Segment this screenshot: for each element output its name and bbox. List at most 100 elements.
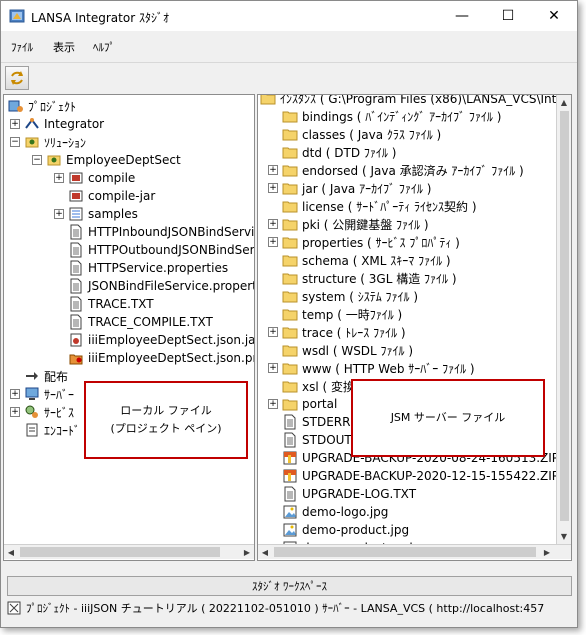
tree-item-label: UPGRADE-LOG.TXT: [302, 487, 417, 501]
project-tree-item[interactable]: + ｻｰﾋﾞｽ: [10, 403, 74, 421]
server-tree-item[interactable]: structure ( 3GL 構造 ﾌｧｲﾙ ): [282, 269, 457, 287]
tree-item-label: JSONBindFileService.propertie: [88, 279, 255, 293]
server-tree-item[interactable]: + jar ( Java ｱｰｶｲﾌﾞ ﾌｧｲﾙ ): [268, 179, 431, 197]
minimize-button[interactable]: —: [439, 1, 485, 31]
project-tree-item[interactable]: HTTPInboundJSONBindServic: [68, 223, 254, 241]
server-tree-item[interactable]: dtd ( DTD ﾌｧｲﾙ ): [282, 143, 396, 161]
scroll-right-icon[interactable]: ▶: [240, 545, 254, 559]
file-icon: [284, 414, 296, 430]
project-tree-item[interactable]: JSONBindFileService.propertie: [68, 277, 255, 295]
menu-file[interactable]: ﾌｧｲﾙ: [11, 39, 33, 55]
server-tree-item[interactable]: + properties ( ｻｰﾋﾞｽ ﾌﾟﾛﾊﾟﾃｨ ): [268, 233, 460, 251]
menu-view[interactable]: 表示: [53, 39, 75, 55]
folder-icon: [282, 111, 298, 123]
expand-icon[interactable]: +: [268, 219, 278, 229]
project-tree-item[interactable]: − EmployeeDeptSect: [32, 151, 181, 169]
expand-icon[interactable]: +: [10, 119, 20, 129]
tree-item-label: samples: [88, 207, 138, 221]
project-tree-item[interactable]: + samples: [54, 205, 138, 223]
project-tree-item[interactable]: TRACE.TXT: [68, 295, 154, 313]
scroll-thumb[interactable]: [560, 111, 569, 521]
tree-item-label: ｲﾝｽﾀﾝｽ ( G:\Program Files (x86)\LANSA_VC…: [280, 94, 572, 106]
server-tree-item[interactable]: license ( ｻｰﾄﾞﾊﾟｰﾃｨ ﾗｲｾﾝｽ契約 ): [282, 197, 477, 215]
tree-item-label: schema ( XML ｽｷｰﾏ ﾌｧｲﾙ ): [302, 253, 451, 268]
project-hscroll[interactable]: ◀ ▶: [4, 544, 254, 559]
project-tree-item[interactable]: + compile: [54, 169, 135, 187]
file-icon: [284, 432, 296, 448]
server-tree-item[interactable]: + pki ( 公開鍵基盤 ﾌｧｲﾙ ): [268, 215, 429, 233]
scroll-left-icon[interactable]: ◀: [4, 545, 18, 559]
server-tree-item[interactable]: classes ( Java ｸﾗｽ ﾌｧｲﾙ ): [282, 125, 441, 143]
server-tree-item[interactable]: + portal: [268, 395, 337, 413]
server-tree-item[interactable]: demo-logo.jpg: [282, 503, 388, 521]
expand-icon[interactable]: +: [54, 209, 64, 219]
project-tree-item[interactable]: TRACE_COMPILE.TXT: [68, 313, 213, 331]
tree-item-label: TRACE_COMPILE.TXT: [88, 315, 213, 329]
server-hscroll[interactable]: ◀ ▶: [258, 544, 571, 559]
scroll-left-icon[interactable]: ◀: [258, 545, 272, 559]
scroll-down-icon[interactable]: ▼: [557, 529, 571, 543]
server-vscroll[interactable]: ▲ ▼: [556, 95, 571, 544]
folder-icon: [282, 165, 298, 177]
app-icon: [9, 9, 25, 23]
server-tree-item[interactable]: demo-product.jpg: [282, 521, 409, 539]
project-tree-item[interactable]: HTTPOutboundJSONBindServ: [68, 241, 254, 259]
tree-item-label: iiiEmployeeDeptSect.json.jar: [88, 333, 255, 347]
server-tree-item[interactable]: system ( ｼｽﾃﾑ ﾌｧｲﾙ ): [282, 287, 418, 305]
scroll-up-icon[interactable]: ▲: [557, 95, 571, 109]
status-icon: [7, 601, 21, 615]
tree-item-label: properties ( ｻｰﾋﾞｽ ﾌﾟﾛﾊﾟﾃｨ ): [302, 235, 460, 250]
expand-icon[interactable]: +: [268, 363, 278, 373]
expand-icon[interactable]: +: [10, 407, 20, 417]
server-pane: ｲﾝｽﾀﾝｽ ( G:\Program Files (x86)\LANSA_VC…: [257, 94, 572, 561]
folder-icon: [282, 273, 298, 285]
close-button[interactable]: ✕: [531, 1, 577, 31]
server-tree-item[interactable]: + trace ( ﾄﾚｰｽ ﾌｧｲﾙ ): [268, 323, 406, 341]
tree-item-label: compile-jar: [88, 189, 156, 203]
project-tree-item[interactable]: 配布: [24, 367, 68, 385]
encode-icon: [26, 423, 38, 437]
server-files-callout: JSM サーバー ファイル: [351, 379, 545, 457]
project-tree-item[interactable]: + Integrator: [10, 115, 104, 133]
project-tree-item[interactable]: − ｿﾘｭｰｼｮﾝ: [10, 133, 86, 151]
expand-icon[interactable]: +: [268, 165, 278, 175]
server-tree-item[interactable]: schema ( XML ｽｷｰﾏ ﾌｧｲﾙ ): [282, 251, 451, 269]
server-tree-item[interactable]: UPGRADE-BACKUP-2020-12-15-155422.ZIP: [282, 467, 559, 485]
expand-icon[interactable]: +: [268, 183, 278, 193]
project-tree-item[interactable]: + ｻｰﾊﾞｰ: [10, 385, 74, 403]
project-tree-item[interactable]: compile-jar: [68, 187, 155, 205]
expand-icon[interactable]: +: [10, 389, 20, 399]
collapse-icon[interactable]: −: [10, 137, 20, 147]
expand-icon[interactable]: +: [268, 237, 278, 247]
server-icon: [25, 387, 39, 400]
solution-icon: [25, 137, 39, 148]
project-tree-item[interactable]: ﾌﾟﾛｼﾞｪｸﾄ: [8, 97, 76, 115]
maximize-button[interactable]: ☐: [485, 1, 531, 31]
server-tree-item[interactable]: wsdl ( WSDL ﾌｧｲﾙ ): [282, 341, 413, 359]
server-tree-item[interactable]: UPGRADE-LOG.TXT: [282, 485, 416, 503]
project-tree-item[interactable]: iiiEmployeeDeptSect.json.prj: [68, 349, 254, 367]
server-tree-item[interactable]: temp ( 一時ﾌｧｲﾙ ): [282, 305, 402, 323]
tree-item-label: endorsed ( Java 承認済み ｱｰｶｲﾌﾞ ﾌｧｲﾙ ): [302, 163, 524, 178]
collapse-icon[interactable]: −: [32, 155, 42, 165]
expand-icon[interactable]: +: [54, 173, 64, 183]
server-tree-item[interactable]: + endorsed ( Java 承認済み ｱｰｶｲﾌﾞ ﾌｧｲﾙ ): [268, 161, 524, 179]
folder-icon: [282, 327, 298, 339]
scroll-thumb[interactable]: [20, 547, 220, 557]
server-tree-item[interactable]: bindings ( ﾊﾞｲﾝﾃﾞｨﾝｸﾞ ｱｰｶｲﾌﾞ ﾌｧｲﾙ ): [282, 107, 501, 125]
tree-item-label: dtd ( DTD ﾌｧｲﾙ ): [302, 145, 397, 160]
tab-studio-workspace[interactable]: ｽﾀｼﾞｵ ﾜｰｸｽﾍﾟｰｽ: [7, 576, 572, 596]
project-tree-item[interactable]: ｴﾝｺｰﾄﾞ: [24, 421, 80, 439]
expand-icon[interactable]: +: [268, 399, 278, 409]
project-tree-item[interactable]: iiiEmployeeDeptSect.json.jar: [68, 331, 255, 349]
expand-icon[interactable]: +: [268, 327, 278, 337]
refresh-button[interactable]: [5, 66, 29, 90]
server-tree-item[interactable]: + www ( HTTP Web ｻｰﾊﾞｰ ﾌｧｲﾙ ): [268, 359, 475, 377]
scroll-thumb[interactable]: [274, 547, 536, 557]
menu-help[interactable]: ﾍﾙﾌﾟ: [93, 39, 115, 55]
folder-icon: [282, 219, 298, 231]
folder-icon: [282, 309, 298, 321]
scroll-right-icon[interactable]: ▶: [540, 545, 554, 559]
project-tree-item[interactable]: HTTPService.properties: [68, 259, 228, 277]
server-tree-item[interactable]: ｲﾝｽﾀﾝｽ ( G:\Program Files (x86)\LANSA_VC…: [260, 94, 572, 107]
